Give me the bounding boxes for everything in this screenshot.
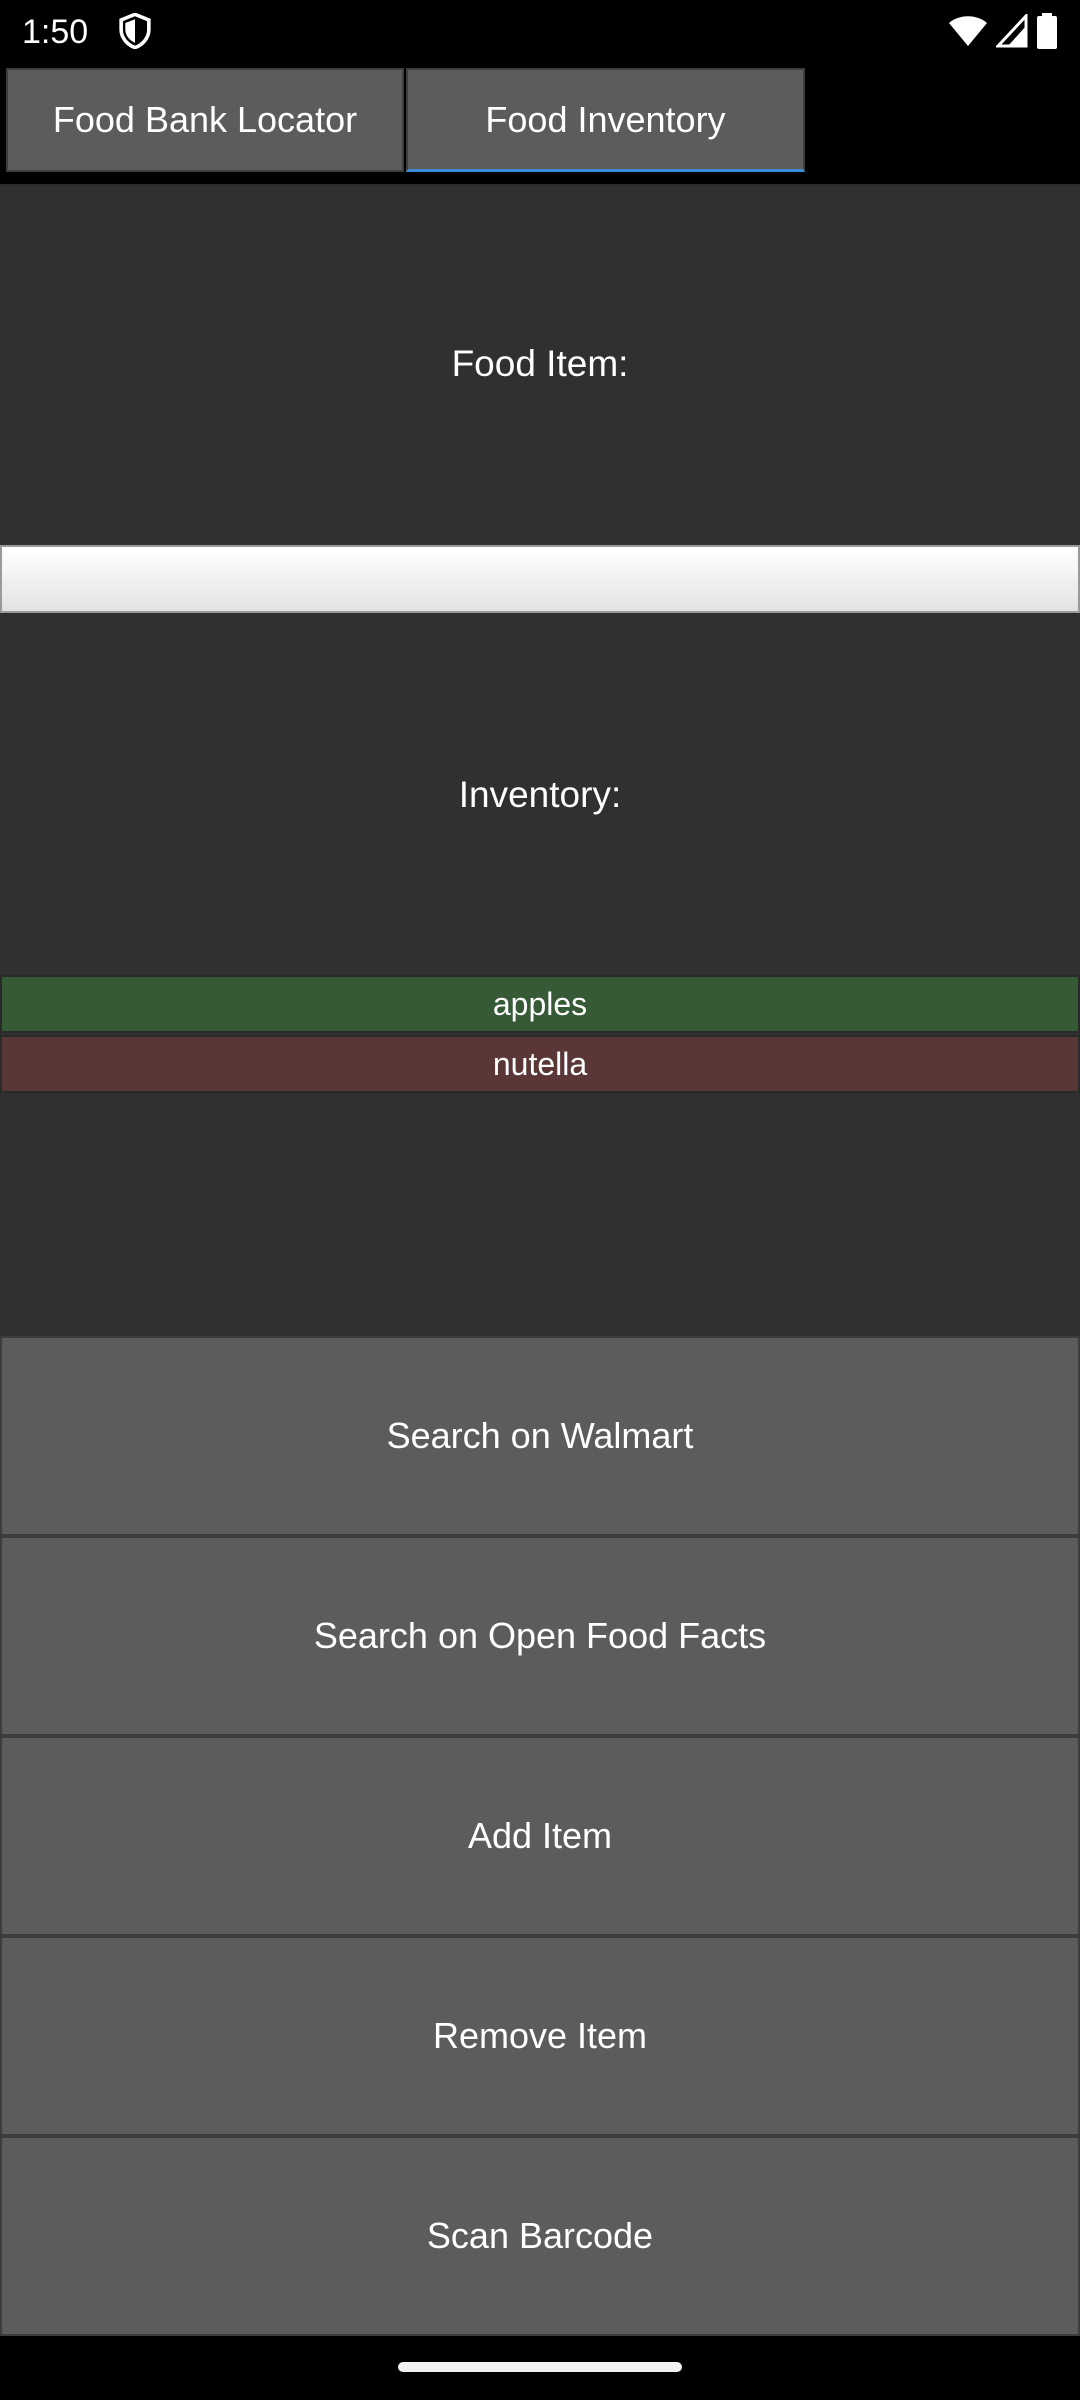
inventory-label: Inventory: — [458, 774, 622, 815]
status-icons — [948, 12, 1058, 50]
status-time: 1:50 — [22, 13, 89, 51]
status-bar: 1:50 — [0, 0, 1080, 62]
food-item-label: Food Item: — [451, 343, 629, 384]
inventory-list: apples nutella — [0, 975, 1080, 1095]
battery-icon — [1037, 13, 1057, 49]
signal-icon — [996, 14, 1028, 48]
search-walmart-button[interactable]: Search on Walmart — [0, 1336, 1080, 1536]
shield-icon — [119, 13, 151, 49]
tab-food-bank-locator[interactable]: Food Bank Locator — [6, 68, 404, 172]
navigation-bar — [0, 2336, 1080, 2400]
app-screen: 1:50 Food Bank Locator Food Inventory Fo… — [0, 0, 1080, 2400]
search-open-food-facts-button[interactable]: Search on Open Food Facts — [0, 1536, 1080, 1736]
tab-bar: Food Bank Locator Food Inventory — [0, 62, 1080, 186]
tab-food-inventory[interactable]: Food Inventory — [406, 68, 805, 172]
add-item-button[interactable]: Add Item — [0, 1736, 1080, 1936]
wifi-icon — [949, 16, 987, 46]
food-item-input[interactable] — [0, 545, 1080, 613]
home-gesture-handle[interactable] — [398, 2362, 682, 2372]
list-item-apples[interactable]: apples — [0, 975, 1080, 1033]
list-item-nutella[interactable]: nutella — [0, 1035, 1080, 1093]
inventory-panel: Food Item: Inventory: apples nutella — [0, 186, 1080, 1336]
remove-item-button[interactable]: Remove Item — [0, 1936, 1080, 2136]
scan-barcode-button[interactable]: Scan Barcode — [0, 2136, 1080, 2336]
action-buttons: Search on Walmart Search on Open Food Fa… — [0, 1336, 1080, 2336]
